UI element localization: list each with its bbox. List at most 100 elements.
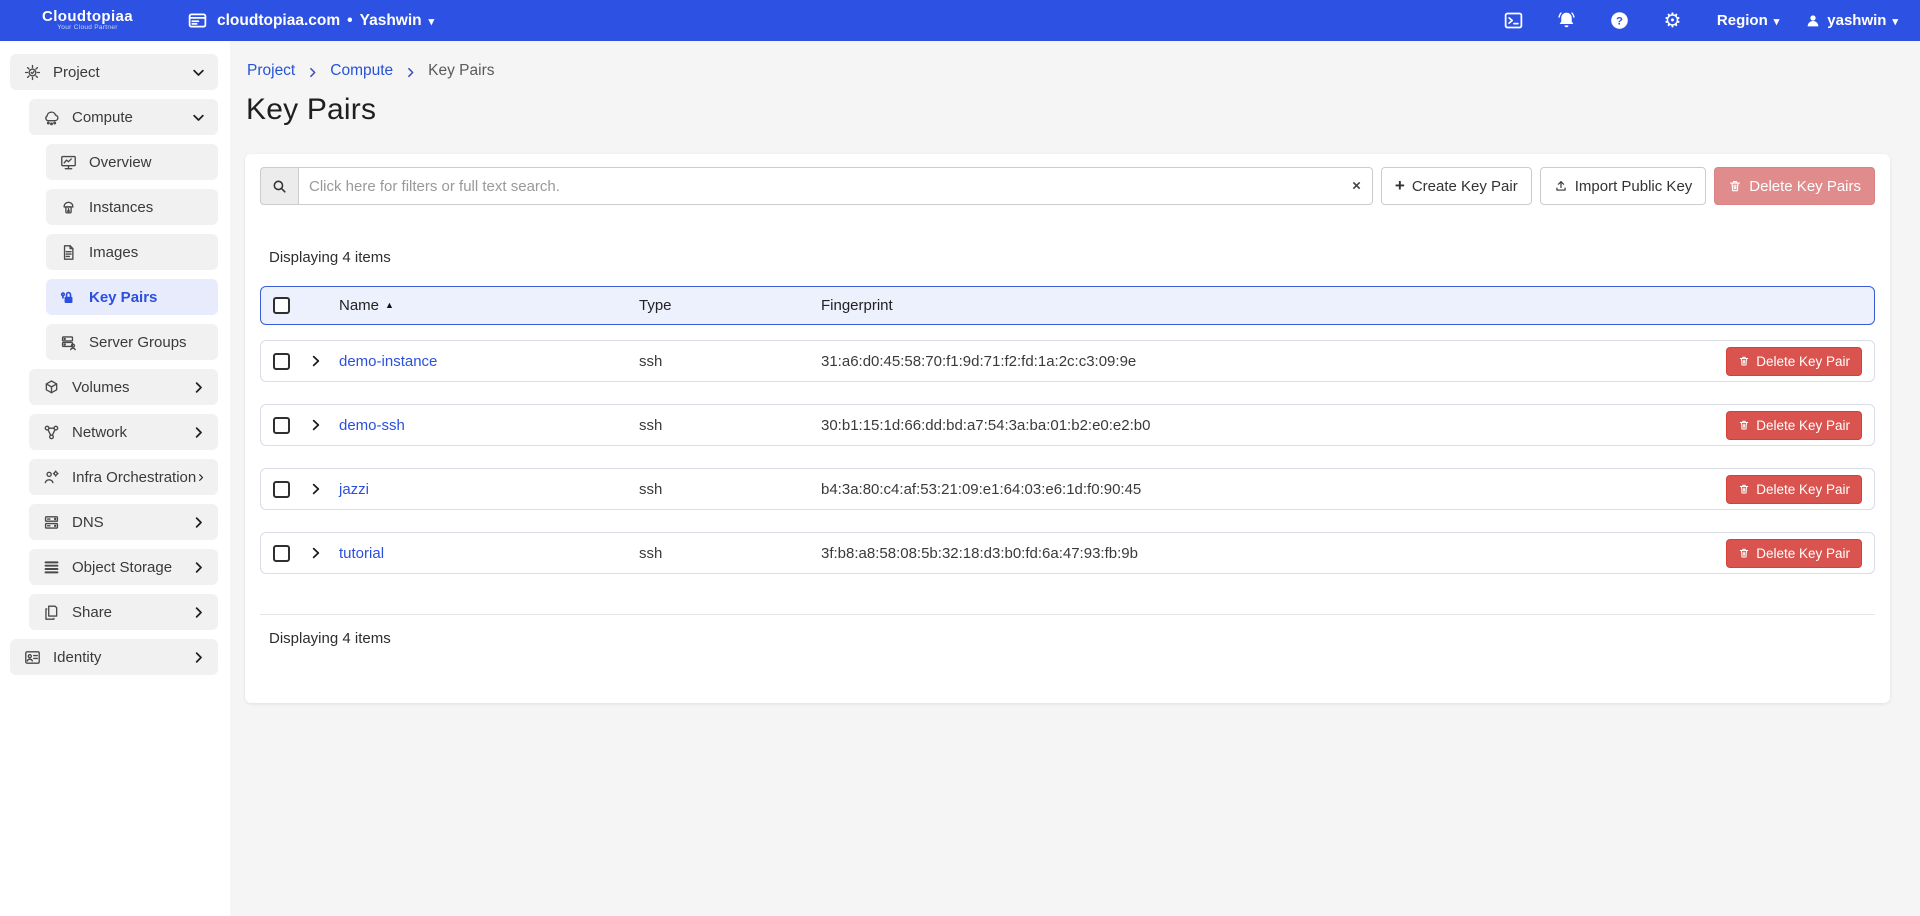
sidebar-item-identity[interactable]: Identity — [10, 639, 218, 675]
cell-action: Delete Key Pair — [1726, 411, 1862, 440]
cell-type: ssh — [639, 481, 821, 498]
expand-row-icon[interactable] — [309, 546, 323, 560]
delete-key-pair-button[interactable]: Delete Key Pair — [1726, 539, 1862, 568]
delete-key-pair-button[interactable]: Delete Key Pair — [1726, 411, 1862, 440]
expand-row-icon[interactable] — [309, 354, 323, 368]
row-checkbox[interactable] — [273, 417, 290, 434]
trash-icon — [1738, 419, 1750, 431]
row-checkbox[interactable] — [273, 353, 290, 370]
key-pair-name-link[interactable]: demo-instance — [339, 353, 437, 370]
sidebar-item-instances[interactable]: Instances — [46, 189, 218, 225]
sidebar-item-infra-orchestration[interactable]: Infra Orchestration — [29, 459, 218, 495]
context-user: Yashwin — [360, 12, 422, 30]
project-icon — [23, 63, 42, 82]
terminal-icon[interactable] — [1503, 10, 1524, 31]
sidebar-item-volumes[interactable]: Volumes — [29, 369, 218, 405]
sidebar-item-images[interactable]: Images — [46, 234, 218, 270]
chevron-right-icon — [404, 66, 417, 79]
import-public-key-button[interactable]: Import Public Key — [1540, 167, 1707, 205]
chevron-right-icon — [191, 650, 206, 665]
chevron-down-icon — [191, 110, 206, 125]
sidebar-item-dns[interactable]: DNS — [29, 504, 218, 540]
table-row: demo-ssh ssh 30:b1:15:1d:66:dd:bd:a7:54:… — [260, 404, 1875, 446]
sidebar-item-object-storage[interactable]: Object Storage — [29, 549, 218, 585]
expand-row-icon[interactable] — [309, 482, 323, 496]
cell-type: ssh — [639, 353, 821, 370]
objectstorage-icon — [42, 558, 61, 577]
sidebar-item-overview[interactable]: Overview — [46, 144, 218, 180]
topbar-icon-strip: ?⚙ — [1503, 10, 1683, 31]
cell-name: tutorial — [339, 545, 639, 562]
filter-search: × — [260, 167, 1373, 205]
servergroups-icon — [59, 333, 78, 352]
main-content: Project Compute Key Pairs Key Pairs × + Cr… — [230, 41, 1920, 916]
brand-logo[interactable]: Cloudtopiaa Your Cloud Partner — [0, 9, 175, 32]
context-domain: cloudtopiaa.com — [217, 12, 340, 30]
column-header-name[interactable]: Name ▲ — [339, 297, 639, 314]
sidebar-item-project[interactable]: Project — [10, 54, 218, 90]
clear-search-icon[interactable]: × — [1352, 178, 1361, 195]
caret-down-icon: ▾ — [1892, 15, 1898, 28]
delete-key-pair-label: Delete Key Pair — [1756, 546, 1850, 561]
user-label: yashwin — [1827, 12, 1886, 29]
cell-type: ssh — [639, 545, 821, 562]
sidebar-item-label: Images — [89, 244, 218, 261]
table-row: jazzi ssh b4:3a:80:c4:af:53:21:09:e1:64:… — [260, 468, 1875, 510]
user-dropdown[interactable]: yashwin ▾ — [1805, 12, 1898, 29]
sidebar-item-label: Overview — [89, 154, 218, 171]
gear-icon[interactable]: ⚙ — [1662, 10, 1683, 31]
help-icon[interactable]: ? — [1609, 10, 1630, 31]
sort-ascending-icon: ▲ — [385, 300, 394, 310]
svg-text:?: ? — [1616, 15, 1623, 27]
table-row: demo-instance ssh 31:a6:d0:45:58:70:f1:9… — [260, 340, 1875, 382]
person-icon — [1805, 13, 1821, 29]
search-icon[interactable] — [260, 167, 298, 205]
delete-key-pairs-button[interactable]: Delete Key Pairs — [1714, 167, 1875, 205]
sidebar-item-network[interactable]: Network — [29, 414, 218, 450]
delete-key-pairs-label: Delete Key Pairs — [1749, 178, 1861, 195]
sidebar-item-key-pairs[interactable]: Key Pairs — [46, 279, 218, 315]
brand-title: Cloudtopiaa — [42, 9, 133, 25]
trash-icon — [1738, 483, 1750, 495]
page-title: Key Pairs — [246, 93, 1920, 127]
key-pair-name-link[interactable]: demo-ssh — [339, 417, 405, 434]
delete-key-pair-button[interactable]: Delete Key Pair — [1726, 475, 1862, 504]
breadcrumb-item-key-pairs: Key Pairs — [428, 62, 494, 80]
breadcrumb-item-compute[interactable]: Compute — [330, 62, 393, 80]
trash-icon — [1738, 355, 1750, 367]
row-checkbox[interactable] — [273, 545, 290, 562]
sidebar-item-share[interactable]: Share — [29, 594, 218, 630]
cell-name: jazzi — [339, 481, 639, 498]
delete-key-pair-button[interactable]: Delete Key Pair — [1726, 347, 1862, 376]
caret-down-icon: ▾ — [1774, 15, 1780, 28]
trash-icon — [1738, 547, 1750, 559]
chevron-right-icon — [191, 515, 206, 530]
cell-fingerprint: b4:3a:80:c4:af:53:21:09:e1:64:03:e6:1d:f… — [821, 481, 1712, 498]
sidebar-item-label: Instances — [89, 199, 218, 216]
volumes-icon — [42, 378, 61, 397]
breadcrumb-item-project[interactable]: Project — [247, 62, 295, 80]
row-checkbox[interactable] — [273, 481, 290, 498]
search-input[interactable] — [298, 167, 1373, 205]
key-pair-name-link[interactable]: jazzi — [339, 481, 369, 498]
create-key-pair-button[interactable]: + Create Key Pair — [1381, 167, 1532, 205]
select-all-checkbox[interactable] — [273, 297, 290, 314]
cell-name: demo-ssh — [339, 417, 639, 434]
sidebar-item-label: Network — [72, 424, 191, 441]
cell-action: Delete Key Pair — [1726, 347, 1862, 376]
column-header-name-label: Name — [339, 297, 379, 314]
chevron-right-icon — [191, 560, 206, 575]
region-dropdown[interactable]: Region ▾ — [1717, 12, 1779, 29]
expand-row-icon[interactable] — [309, 418, 323, 432]
delete-key-pair-label: Delete Key Pair — [1756, 418, 1850, 433]
column-header-fingerprint[interactable]: Fingerprint — [821, 297, 1712, 314]
bell-icon[interactable] — [1556, 10, 1577, 31]
sidebar-item-server-groups[interactable]: Server Groups — [46, 324, 218, 360]
project-context-dropdown[interactable]: cloudtopiaa.com • Yashwin ▾ — [187, 10, 434, 31]
table-toolbar: × + Create Key Pair Import Public Key De… — [260, 167, 1875, 205]
key-pair-name-link[interactable]: tutorial — [339, 545, 384, 562]
column-header-type[interactable]: Type — [639, 297, 821, 314]
chevron-right-icon — [191, 380, 206, 395]
sidebar-item-compute[interactable]: Compute — [29, 99, 218, 135]
context-separator: • — [347, 12, 352, 30]
